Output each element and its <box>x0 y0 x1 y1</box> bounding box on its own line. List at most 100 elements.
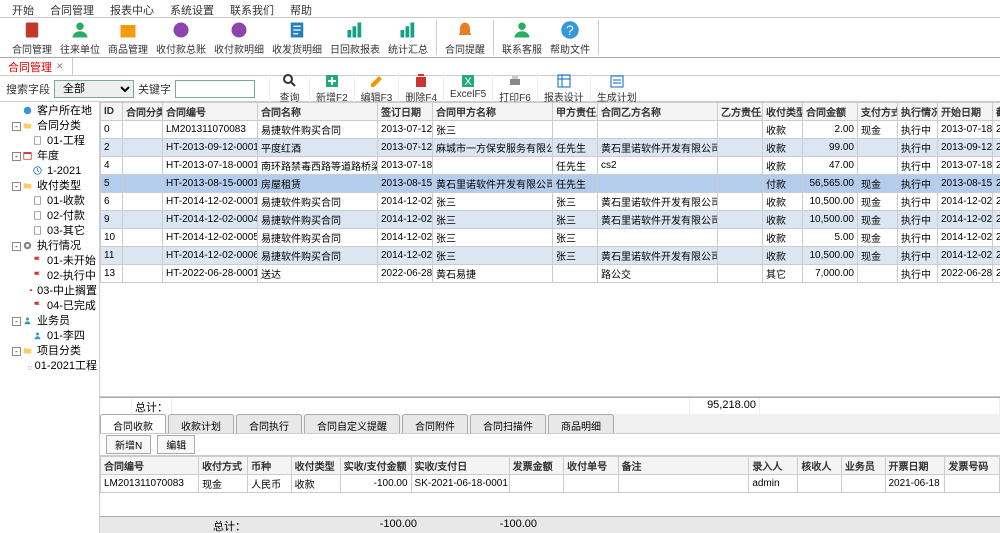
search-field-select[interactable]: 全部 <box>54 80 134 98</box>
tree-item-执行情况[interactable]: -执行情况 <box>12 239 97 254</box>
table-row[interactable]: 10HT-2014-12-02-0005易捷软件购买合同2014-12-02张三… <box>101 229 1000 247</box>
tree-item-02-付款[interactable]: 02-付款 <box>22 209 97 224</box>
dcol-收付类型[interactable]: 收付类型 <box>291 457 340 475</box>
menu-报表中心[interactable]: 报表中心 <box>102 0 162 17</box>
menu-联系我们[interactable]: 联系我们 <box>222 0 282 17</box>
subtab-商品明细[interactable]: 商品明细 <box>548 414 614 433</box>
tool-统计汇总[interactable]: 统计汇总 <box>384 20 432 56</box>
menu-合同管理[interactable]: 合同管理 <box>42 0 102 17</box>
tab-contracts[interactable]: 合同管理 ✕ <box>0 58 73 75</box>
dcol-实收/支付日[interactable]: 实收/支付日 <box>411 457 509 475</box>
menu-系统设置[interactable]: 系统设置 <box>162 0 222 17</box>
sbtn-生成计划[interactable]: 生成计划 <box>590 73 643 104</box>
col-乙方责任人[interactable]: 乙方责任人 <box>718 103 763 121</box>
subtab-合同扫描件[interactable]: 合同扫描件 <box>470 414 546 433</box>
sbtn-编辑F3[interactable]: 编辑F3 <box>354 73 399 104</box>
tree-item-客户所在地[interactable]: 客户所在地 <box>12 104 97 119</box>
subtab-收款计划[interactable]: 收款计划 <box>168 414 234 433</box>
tool-日回款报表[interactable]: 日回款报表 <box>326 20 384 56</box>
toggle-icon[interactable]: - <box>12 152 21 161</box>
tree-item-03-其它[interactable]: 03-其它 <box>22 224 97 239</box>
menu-开始[interactable]: 开始 <box>4 0 42 17</box>
table-row[interactable]: 6HT-2014-12-02-0001易捷软件购买合同2014-12-02张三张… <box>101 193 1000 211</box>
subtab-合同收款[interactable]: 合同收款 <box>100 414 166 433</box>
col-收付类型[interactable]: 收付类型 <box>763 103 803 121</box>
tree-item-02-执行中[interactable]: 02-执行中 <box>22 269 97 284</box>
sbtn-查询[interactable]: 查询 <box>269 73 309 104</box>
close-icon[interactable]: ✕ <box>56 61 64 72</box>
subtab-合同附件[interactable]: 合同附件 <box>402 414 468 433</box>
table-row[interactable]: 5HT-2013-08-15-0001房屋租赁2013-08-15黄石里诺软件开… <box>101 175 1000 193</box>
col-合同甲方名称[interactable]: 合同甲方名称 <box>433 103 553 121</box>
dcol-币种[interactable]: 币种 <box>248 457 292 475</box>
col-甲方责任人[interactable]: 甲方责任人 <box>553 103 598 121</box>
dcol-业务员[interactable]: 业务员 <box>841 457 885 475</box>
col-合同乙方名称[interactable]: 合同乙方名称 <box>598 103 718 121</box>
table-row[interactable]: 13HT-2022-06-28-0001送达2022-06-28黄石易捷路公交其… <box>101 265 1000 283</box>
tool-收付款明细[interactable]: $收付款明细 <box>210 20 268 56</box>
col-合同编号[interactable]: 合同编号 <box>163 103 258 121</box>
col-开始日期[interactable]: 开始日期 <box>938 103 993 121</box>
dcol-核收人[interactable]: 核收人 <box>798 457 842 475</box>
detail-grid[interactable]: 合同编号收付方式币种收付类型实收/支付金额实收/支付日发票金额收付单号备注录入人… <box>100 456 1000 493</box>
tree-item-收付类型[interactable]: -收付类型 <box>12 179 97 194</box>
tool-商品管理[interactable]: 商品管理 <box>104 20 152 56</box>
toggle-icon[interactable]: - <box>12 317 21 326</box>
col-执行情况[interactable]: 执行情况 <box>898 103 938 121</box>
subtab-合同执行[interactable]: 合同执行 <box>236 414 302 433</box>
table-row[interactable]: 2HT-2013-09-12-0001平度红酒2013-07-12麻城市一方保安… <box>101 139 1000 157</box>
tool-合同提醒[interactable]: 合同提醒 <box>441 20 489 56</box>
col-截止日期[interactable]: 截止日期 <box>993 103 1000 121</box>
subtab-合同自定义提醒[interactable]: 合同自定义提醒 <box>304 414 400 433</box>
tool-合同管理[interactable]: 合同管理 <box>8 20 56 56</box>
sbtn-新增F2[interactable]: 新增F2 <box>309 73 354 104</box>
table-row[interactable]: 0LM201311070083易捷软件购买合同2013-07-12张三收款2.0… <box>101 121 1000 139</box>
col-签订日期[interactable]: 签订日期 <box>378 103 433 121</box>
dcol-合同编号[interactable]: 合同编号 <box>101 457 199 475</box>
sbtn-ExcelF5[interactable]: XExcelF5 <box>443 73 492 104</box>
dcol-备注[interactable]: 备注 <box>618 457 749 475</box>
tree-item-01-李四[interactable]: 01-李四 <box>22 329 97 344</box>
tool-帮助文件[interactable]: ?帮助文件 <box>546 20 594 56</box>
sbtn-报表设计[interactable]: 报表设计 <box>537 73 590 104</box>
dcol-收付方式[interactable]: 收付方式 <box>199 457 248 475</box>
col-合同金额[interactable]: 合同金额 <box>803 103 858 121</box>
tree-item-合同分类[interactable]: -合同分类 <box>12 119 97 134</box>
table-row[interactable]: 9HT-2014-12-02-0004易捷软件购买合同2014-12-02张三张… <box>101 211 1000 229</box>
sbtn-打印F6[interactable]: 打印F6 <box>492 73 537 104</box>
table-row[interactable]: 11HT-2014-12-02-0006易捷软件购买合同2014-12-02张三… <box>101 247 1000 265</box>
tool-往来单位[interactable]: 往来单位 <box>56 20 104 56</box>
tool-收付款总账[interactable]: $收付款总账 <box>152 20 210 56</box>
col-支付方式[interactable]: 支付方式 <box>858 103 898 121</box>
tool-收发货明细[interactable]: 收发货明细 <box>268 20 326 56</box>
tree-item-04-已完成[interactable]: 04-已完成 <box>22 299 97 314</box>
tree-item-项目分类[interactable]: -项目分类 <box>12 344 97 359</box>
tree-item-业务员[interactable]: -业务员 <box>12 314 97 329</box>
tree-item-1-2021[interactable]: 1-2021 <box>22 164 97 179</box>
tree-item-01-收款[interactable]: 01-收款 <box>22 194 97 209</box>
toggle-icon[interactable]: - <box>12 122 21 131</box>
dcol-录入人[interactable]: 录入人 <box>749 457 798 475</box>
toggle-icon[interactable]: - <box>12 347 21 356</box>
col-合同分类[interactable]: 合同分类 <box>123 103 163 121</box>
menu-帮助[interactable]: 帮助 <box>282 0 320 17</box>
dcol-实收/支付金额[interactable]: 实收/支付金额 <box>340 457 411 475</box>
dbtn-编辑[interactable]: 编辑 <box>157 435 195 454</box>
dcol-发票号码[interactable]: 发票号码 <box>945 457 1000 475</box>
tree-item-01-2021工程[interactable]: 01-2021工程 <box>22 359 97 374</box>
search-keyword-input[interactable] <box>175 80 255 98</box>
dbtn-新增N[interactable]: 新增N <box>106 435 151 454</box>
dcol-开票日期[interactable]: 开票日期 <box>885 457 945 475</box>
toggle-icon[interactable]: - <box>12 242 21 251</box>
table-row[interactable]: 4HT-2013-07-18-0001南环路禁毒西路等道路桥梁工程2013-07… <box>101 157 1000 175</box>
tree-item-01-工程[interactable]: 01-工程 <box>22 134 97 149</box>
col-合同名称[interactable]: 合同名称 <box>258 103 378 121</box>
dcol-收付单号[interactable]: 收付单号 <box>564 457 618 475</box>
detail-row[interactable]: LM201311070083现金人民币收款-100.00SK-2021-06-1… <box>101 475 1000 493</box>
sbtn-删除F4[interactable]: 删除F4 <box>398 73 443 104</box>
tree-item-01-未开始[interactable]: 01-未开始 <box>22 254 97 269</box>
tree-item-03-中止搁置[interactable]: 03-中止搁置 <box>22 284 97 299</box>
main-grid[interactable]: ID合同分类合同编号合同名称签订日期合同甲方名称甲方责任人合同乙方名称乙方责任人… <box>100 102 1000 283</box>
toggle-icon[interactable]: - <box>12 182 21 191</box>
tool-联系客服[interactable]: 联系客服 <box>498 20 546 56</box>
